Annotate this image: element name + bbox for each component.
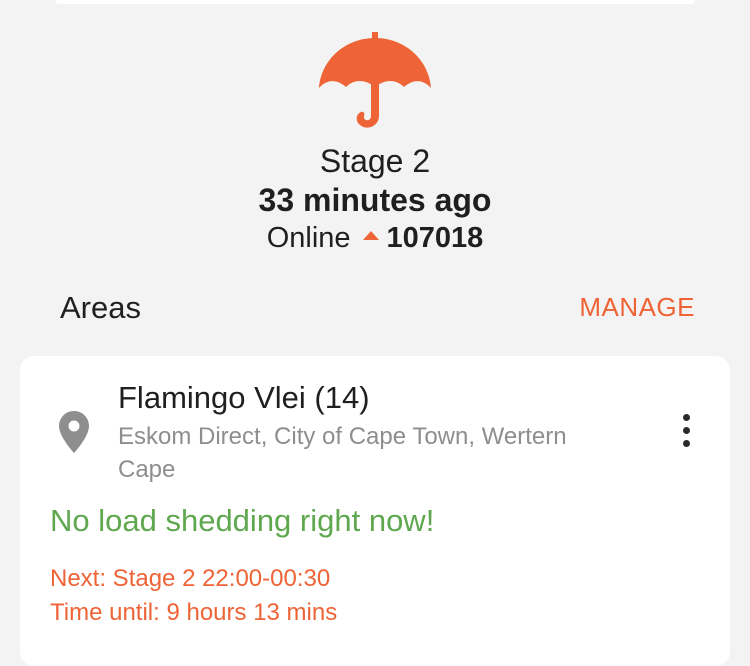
umbrella-icon xyxy=(319,32,431,128)
time-until: Time until: 9 hours 13 mins xyxy=(50,599,338,626)
online-status: Online 107018 xyxy=(0,220,750,256)
area-name: Flamingo Vlei (14) xyxy=(118,380,370,415)
more-vertical-icon[interactable] xyxy=(680,414,692,450)
area-provider: Eskom Direct, City of Cape Town, Wertern… xyxy=(118,423,567,483)
next-schedule: Next: Stage 2 22:00-00:30 Time until: 9 … xyxy=(50,562,337,630)
areas-title: Areas xyxy=(60,290,141,325)
areas-header: Areas MANAGE xyxy=(60,288,695,332)
next-slot: Next: Stage 2 22:00-00:30 xyxy=(50,565,331,592)
top-search-bar-edge xyxy=(55,0,695,4)
stage-label: Stage 2 xyxy=(319,143,431,179)
online-label: Online xyxy=(266,222,351,254)
area-card[interactable]: Flamingo Vlei (14) Eskom Direct, City of… xyxy=(20,356,730,666)
location-pin-icon xyxy=(59,411,89,453)
updated-time: 33 minutes ago xyxy=(258,182,492,218)
area-status: No load shedding right now! xyxy=(50,503,435,538)
manage-button[interactable]: MANAGE xyxy=(579,292,695,323)
online-count: 107018 xyxy=(386,222,484,254)
arrow-up-icon xyxy=(362,230,379,240)
load-shedding-status: Stage 2 33 minutes ago Online 107018 xyxy=(0,28,750,256)
